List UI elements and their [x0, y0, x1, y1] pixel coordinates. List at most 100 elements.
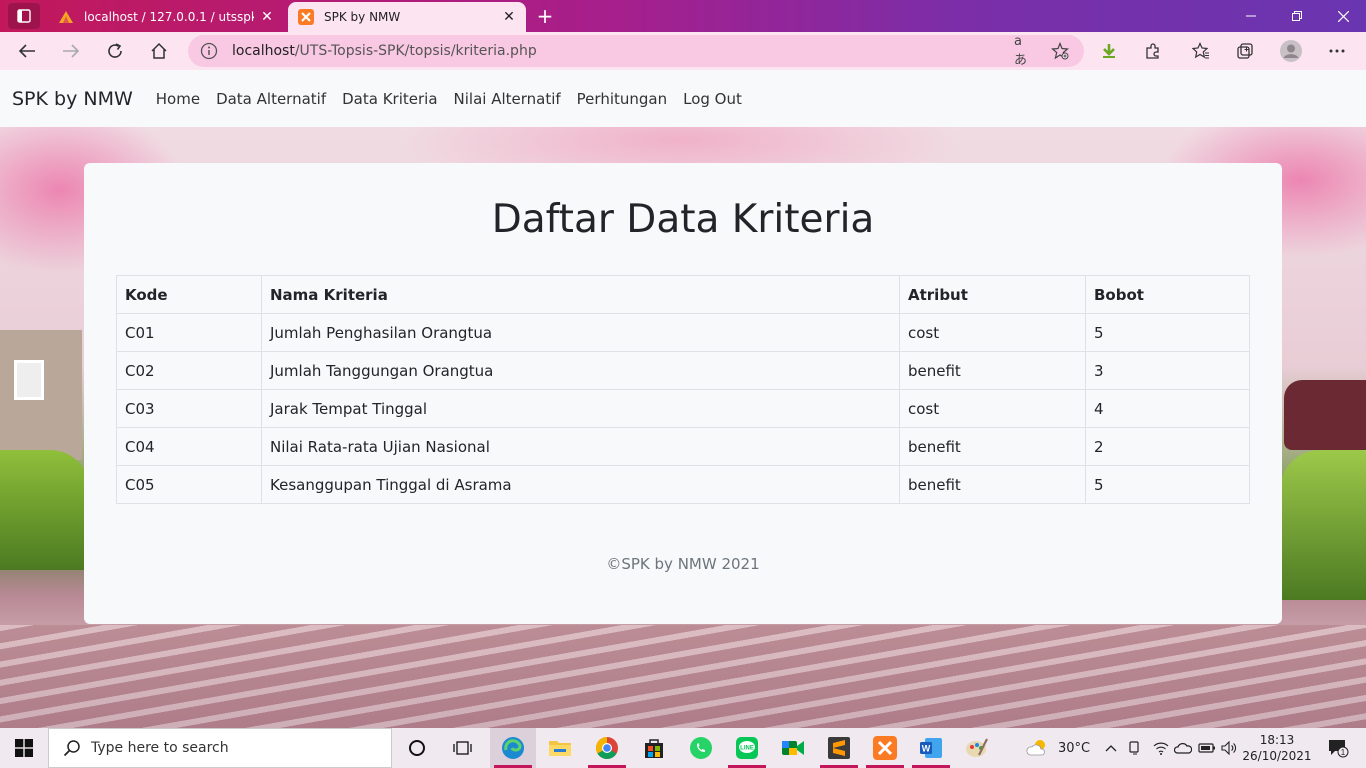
clock-date: 26/10/2021 — [1242, 749, 1312, 763]
notifications-button[interactable]: 1 — [1320, 728, 1356, 768]
taskbar-clock[interactable]: 18:13 26/10/2021 — [1236, 732, 1318, 764]
tab-actions-button[interactable] — [8, 3, 40, 29]
table-row: C01 Jumlah Penghasilan Orangtua cost 5 — [116, 313, 1250, 352]
cell-bobot: 3 — [1085, 351, 1250, 390]
table-row: C02 Jumlah Tanggungan Orangtua benefit 3 — [116, 351, 1250, 390]
cell-kode: C04 — [116, 427, 262, 466]
restore-button[interactable] — [1274, 0, 1320, 32]
meet-now-icon[interactable] — [1124, 728, 1146, 768]
minimize-button[interactable] — [1228, 0, 1274, 32]
taskbar-app-file-explorer[interactable] — [537, 728, 583, 768]
search-icon — [63, 739, 81, 757]
wifi-icon[interactable] — [1150, 728, 1172, 768]
battery-icon[interactable] — [1196, 728, 1218, 768]
cell-kode: C01 — [116, 313, 262, 352]
nav-link-data-kriteria[interactable]: Data Kriteria — [342, 90, 437, 108]
search-placeholder: Type here to search — [91, 740, 229, 756]
nav-link-nilai-alternatif[interactable]: Nilai Alternatif — [454, 90, 561, 108]
show-hidden-icons-icon[interactable] — [1100, 728, 1122, 768]
windows-logo-icon — [15, 739, 33, 757]
store-icon — [645, 739, 663, 758]
cell-nama-kriteria: Nilai Rata-rata Ujian Nasional — [261, 427, 900, 466]
line-icon: LINE — [736, 737, 758, 759]
collections-icon[interactable] — [1230, 36, 1260, 66]
tab-spk[interactable]: SPK by NMW ✕ — [288, 2, 526, 32]
weather-icon[interactable] — [1024, 728, 1052, 768]
column-header-bobot: Bobot — [1085, 275, 1250, 314]
onedrive-icon[interactable] — [1172, 728, 1194, 768]
table-row: C04 Nilai Rata-rata Ujian Nasional benef… — [116, 427, 1250, 466]
folder-icon — [549, 741, 571, 756]
refresh-button[interactable] — [100, 36, 130, 66]
back-arrow-icon — [18, 44, 35, 58]
close-window-button[interactable] — [1320, 0, 1366, 32]
taskbar-app-word[interactable]: W — [908, 728, 954, 768]
profile-avatar[interactable] — [1276, 36, 1306, 66]
home-button[interactable] — [144, 36, 174, 66]
forward-button[interactable] — [56, 36, 86, 66]
site-info-icon[interactable] — [200, 42, 220, 60]
taskbar-app-xampp[interactable] — [862, 728, 908, 768]
taskbar-search-box[interactable]: Type here to search — [48, 728, 392, 768]
table-row: C05 Kesanggupan Tinggal di Asrama benefi… — [116, 465, 1250, 504]
start-button[interactable] — [0, 728, 48, 768]
clock-time: 18:13 — [1259, 733, 1295, 747]
taskbar-app-edge[interactable] — [490, 728, 536, 768]
cell-bobot: 4 — [1085, 389, 1250, 428]
cell-kode: C03 — [116, 389, 262, 428]
tab-title: localhost / 127.0.0.1 / utsspktopsis — [84, 10, 254, 24]
svg-text:1: 1 — [1341, 748, 1346, 757]
new-tab-button[interactable]: + — [534, 4, 556, 28]
download-helper-icon[interactable] — [1094, 36, 1124, 66]
extensions-icon[interactable] — [1138, 36, 1168, 66]
add-favorite-icon[interactable] — [1050, 41, 1070, 61]
taskbar-app-line[interactable]: LINE — [724, 728, 770, 768]
close-tab-icon[interactable]: ✕ — [502, 9, 516, 25]
xampp-icon — [298, 9, 314, 25]
background-river — [0, 625, 1366, 728]
cell-nama-kriteria: Jumlah Tanggungan Orangtua — [261, 351, 900, 390]
weather-temperature[interactable]: 30°C — [1054, 728, 1094, 768]
close-tab-icon[interactable]: ✕ — [260, 9, 274, 25]
nav-link-perhitungan[interactable]: Perhitungan — [577, 90, 667, 108]
phpmyadmin-icon — [58, 9, 74, 25]
page-title: Daftar Data Kriteria — [491, 197, 875, 242]
taskbar-app-paint[interactable] — [954, 728, 1000, 768]
forward-arrow-icon — [63, 44, 80, 58]
nav-link-log-out[interactable]: Log Out — [683, 90, 742, 108]
task-view-button[interactable] — [440, 728, 486, 768]
nav-link-data-alternatif[interactable]: Data Alternatif — [216, 90, 326, 108]
tab-phpmyadmin[interactable]: localhost / 127.0.0.1 / utsspktopsis ✕ — [48, 2, 284, 32]
cortana-icon — [409, 740, 425, 756]
taskbar-app-store[interactable] — [631, 728, 677, 768]
column-header-kode: Kode — [116, 275, 262, 314]
taskbar-app-chrome[interactable] — [584, 728, 630, 768]
favorites-icon[interactable] — [1186, 36, 1216, 66]
back-button[interactable] — [12, 36, 42, 66]
cortana-button[interactable] — [394, 728, 440, 768]
close-icon — [1337, 10, 1349, 22]
nav-link-home[interactable]: Home — [156, 90, 200, 108]
restore-icon — [1292, 11, 1302, 21]
notification-icon: 1 — [1329, 740, 1349, 758]
taskbar-app-sublime[interactable] — [816, 728, 862, 768]
cell-atribut: benefit — [899, 427, 1086, 466]
background-house — [0, 330, 82, 460]
read-aloud-icon[interactable]: aあ — [1014, 34, 1034, 68]
windows-taskbar: Type here to search LINE W 30°C 18:13 26… — [0, 728, 1366, 768]
browser-toolbar: localhost/UTS-Topsis-SPK/topsis/kriteria… — [0, 32, 1366, 70]
xampp-icon — [873, 736, 897, 760]
background-car — [1284, 380, 1366, 450]
taskbar-app-whatsapp[interactable] — [678, 728, 724, 768]
cell-atribut: benefit — [899, 465, 1086, 504]
page-viewport: SPK by NMW Home Data Alternatif Data Kri… — [0, 70, 1366, 728]
taskbar-app-meet[interactable] — [770, 728, 816, 768]
video-meet-icon — [782, 741, 804, 755]
address-bar[interactable]: localhost/UTS-Topsis-SPK/topsis/kriteria… — [188, 34, 1084, 68]
more-options-icon[interactable] — [1322, 36, 1352, 66]
column-header-atribut: Atribut — [899, 275, 1086, 314]
word-icon: W — [920, 738, 942, 758]
navbar-brand[interactable]: SPK by NMW — [12, 88, 133, 110]
svg-text:LINE: LINE — [740, 746, 754, 752]
cell-atribut: benefit — [899, 351, 1086, 390]
